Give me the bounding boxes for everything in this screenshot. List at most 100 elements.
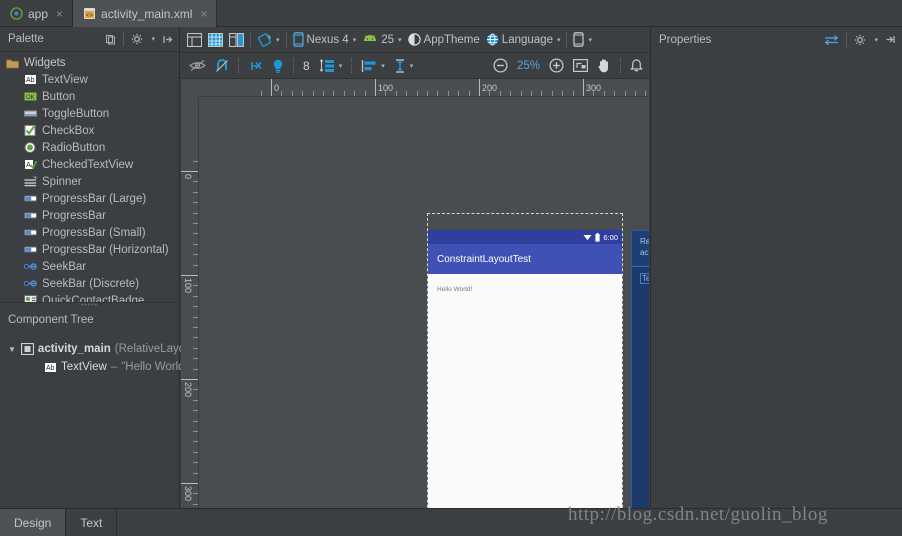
orientation-button[interactable]: ▾ [257, 32, 280, 47]
blueprint-root-node[interactable]: RelativeLayout activity_main [632, 231, 649, 267]
copy-icon[interactable] [105, 34, 116, 45]
collapse-right-icon[interactable] [885, 34, 896, 45]
eye-off-icon[interactable] [188, 59, 207, 72]
language-selector[interactable]: Language ▾ [486, 33, 560, 46]
blueprint-textview-node[interactable]: TextView [640, 273, 649, 284]
palette-item-progressbar-small[interactable]: ProgressBar (Small) [0, 224, 179, 241]
align-button[interactable]: ▾ [361, 59, 385, 73]
gear-icon[interactable] [131, 33, 143, 45]
chevron-down-icon[interactable]: ▾ [151, 35, 155, 43]
blueprint-icon[interactable] [207, 32, 224, 47]
zoom-in-icon[interactable] [549, 58, 564, 73]
palette-group-widgets[interactable]: Widgets [0, 55, 179, 71]
palette-item-label: Button [42, 90, 76, 103]
ruler-tick [635, 91, 636, 96]
palette-item-seekbar[interactable]: SeekBar [0, 258, 179, 275]
palette-item-checkbox[interactable]: CheckBox [0, 122, 179, 139]
chevron-down-icon: ▾ [276, 36, 280, 44]
seekbar-icon [24, 261, 37, 272]
tree-row-textview[interactable]: Ab TextView – "Hello World!" [0, 358, 192, 376]
palette-item-progressbar-large[interactable]: ProgressBar (Large) [0, 190, 179, 207]
palette-item-textview[interactable]: Ab TextView [0, 71, 179, 88]
palette-item-quickcontactbadge[interactable]: QuickContactBadge [0, 292, 179, 302]
divider [250, 32, 251, 47]
ruler-tick [193, 462, 198, 464]
palette-item-togglebutton[interactable]: ToggleButton [0, 105, 179, 122]
zoom-fit-icon[interactable] [573, 59, 589, 73]
tab-text[interactable]: Text [66, 509, 118, 536]
ruler-tick [468, 91, 470, 96]
api-selector[interactable]: 25 ▾ [362, 34, 402, 46]
seekbar-icon [24, 278, 37, 289]
tree-row-activity-main[interactable]: ▼ activity_main (RelativeLayout) [0, 340, 199, 358]
device-label: Nexus 4 [306, 33, 349, 46]
palette-item-checkedtextview[interactable]: A CheckedTextView [0, 156, 179, 173]
palette-item-label: CheckBox [42, 124, 95, 137]
close-icon[interactable]: × [56, 7, 63, 21]
magnet-icon[interactable] [215, 58, 229, 73]
bell-icon[interactable] [630, 58, 643, 73]
theme-selector[interactable]: AppTheme [407, 33, 480, 46]
palette-item-button[interactable]: OK Button [0, 88, 179, 105]
editor-tab-app[interactable]: app × [0, 0, 74, 27]
palette-item-progressbar-horizontal[interactable]: ProgressBar (Horizontal) [0, 241, 179, 258]
palette-list[interactable]: Widgets Ab TextView OK Button ToggleButt… [0, 52, 179, 302]
hand-icon[interactable] [597, 58, 611, 73]
ruler-tick [193, 233, 198, 235]
quickcontactbadge-icon [24, 295, 37, 302]
ruler-tick [437, 91, 439, 96]
hello-world-text[interactable]: Hello World! [437, 286, 472, 293]
svg-text:<>: <> [86, 13, 94, 19]
palette-item-label: SeekBar [42, 260, 87, 273]
blueprint-preview[interactable]: RelativeLayout activity_main TextView [631, 230, 649, 508]
ruler-tick [193, 254, 198, 256]
palette-item-spinner[interactable]: Spinner [0, 173, 179, 190]
toggle-view-icon[interactable] [824, 34, 839, 46]
clear-constraints-icon[interactable] [248, 59, 263, 73]
pack-button[interactable]: ▾ [319, 58, 342, 73]
both-panes-icon[interactable] [228, 32, 245, 47]
zoom-level: 25% [516, 59, 540, 72]
editor-tab-activity-main-xml[interactable]: <> activity_main.xml × [73, 0, 218, 27]
palette-item-seekbar-discrete[interactable]: SeekBar (Discrete) [0, 275, 179, 292]
palette-item-radiobutton[interactable]: RadioButton [0, 139, 179, 156]
divider [566, 32, 568, 47]
gear-icon[interactable] [854, 34, 866, 46]
ruler-tick [193, 389, 198, 391]
zoom-out-icon[interactable] [493, 58, 508, 73]
design-toolbar: ▾ Nexus 4 ▾ 25 ▾ AppTheme Language ▾ ▾ [181, 27, 649, 53]
tab-design[interactable]: Design [0, 509, 67, 536]
expander-icon[interactable]: ▼ [8, 345, 16, 354]
ruler-tick [447, 91, 449, 96]
ruler-tick [583, 79, 584, 96]
chevron-down-icon[interactable]: ▾ [874, 36, 878, 44]
design-surface-icon[interactable] [186, 32, 203, 47]
progressbar-icon [24, 227, 37, 238]
divider [846, 32, 848, 47]
default-margin-value[interactable]: 8 [303, 59, 310, 73]
device-preview[interactable]: 6:00 ConstraintLayoutTest Hello World! [428, 230, 622, 508]
ruler-label: 300 [183, 486, 193, 502]
ruler-tick [271, 79, 272, 96]
svg-text:OK: OK [26, 95, 35, 101]
design-surface[interactable]: 0 100 200 300 0 100 200 300 6:00 Constra… [181, 79, 649, 508]
properties-header: Properties ▾ [651, 27, 902, 52]
device-variants-button[interactable]: ▾ [573, 32, 592, 47]
palette-item-label: ProgressBar (Small) [42, 226, 146, 239]
device-content[interactable]: Hello World! [428, 274, 622, 508]
guidelines-button[interactable]: ▾ [394, 58, 413, 73]
tree-node-dash: – [110, 361, 118, 373]
collapse-icon[interactable] [162, 34, 173, 45]
ruler-tick [489, 91, 491, 96]
blueprint-root-type: RelativeLayout [640, 237, 649, 246]
device-selector[interactable]: Nexus 4 ▾ [292, 32, 356, 47]
design-canvas[interactable]: 6:00 ConstraintLayoutTest Hello World! R… [199, 97, 649, 508]
svg-text:Ab: Ab [46, 365, 55, 372]
lightbulb-icon[interactable] [272, 59, 284, 73]
palette-item-label: ProgressBar (Large) [42, 192, 147, 205]
palette-item-progressbar[interactable]: ProgressBar [0, 207, 179, 224]
component-tree-title: Component Tree [8, 313, 94, 326]
divider [620, 58, 621, 73]
close-icon[interactable]: × [200, 7, 207, 21]
component-tree[interactable]: ▼ activity_main (RelativeLayout) Ab Text… [0, 332, 199, 376]
